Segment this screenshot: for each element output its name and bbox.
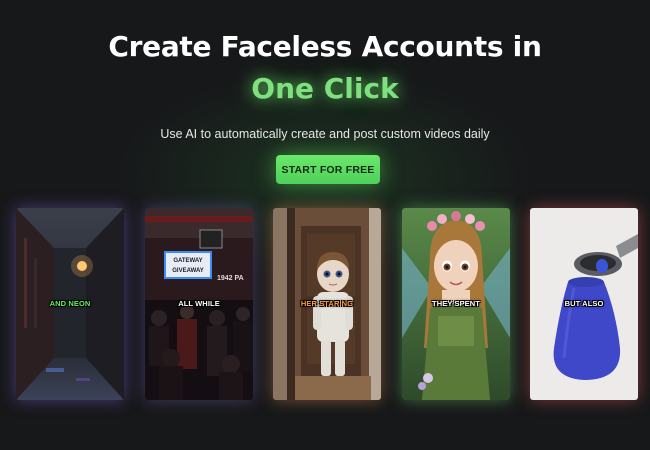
hero-title-accent: One Click <box>251 72 399 105</box>
video-caption: HER STARING <box>300 299 354 308</box>
video-card-pottery[interactable]: BUT ALSO <box>530 208 638 400</box>
gateway-sign-line2: GIVEAWAY <box>172 268 203 274</box>
video-caption: BUT ALSO <box>564 299 604 308</box>
video-card-neon-alley[interactable]: AND NEON <box>16 208 124 400</box>
video-card-fairy[interactable]: THEY SPENT <box>402 208 510 400</box>
video-caption: THEY SPENT <box>432 299 480 308</box>
video-card-casino[interactable]: GATEWAY GIVEAWAY 1942 PA ALL WHILE <box>145 208 253 400</box>
video-caption: AND NEON <box>49 299 91 308</box>
video-caption: ALL WHILE <box>178 299 220 308</box>
wall-text: 1942 PA <box>217 275 244 282</box>
gateway-sign-line1: GATEWAY <box>173 258 202 264</box>
start-for-free-button[interactable]: START FOR FREE <box>276 155 380 184</box>
hero-title: Create Faceless Accounts in <box>108 30 542 63</box>
landing-page: Create Faceless Accounts in One Click Us… <box>0 0 650 450</box>
hero-subtitle: Use AI to automatically create and post … <box>160 127 490 141</box>
video-card-doll[interactable]: HER STARING <box>273 208 381 400</box>
